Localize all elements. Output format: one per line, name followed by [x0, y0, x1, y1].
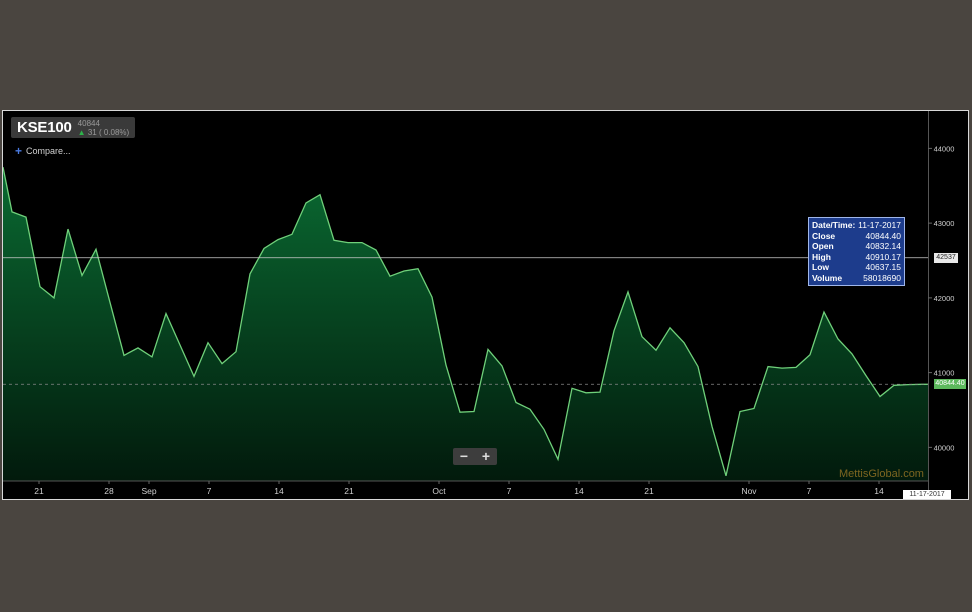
tooltip-row: High 40910.17 [812, 252, 901, 263]
tooltip-label: Low [812, 262, 829, 272]
y-tick-label: 42000 [934, 294, 955, 303]
tooltip-value: 40637.15 [865, 262, 901, 272]
current-date-label: 11-17-2017 [903, 490, 951, 499]
ticker-name: KSE100 [17, 119, 72, 136]
plus-icon: + [15, 144, 23, 158]
tooltip-label: Close [812, 230, 836, 241]
tooltip-row: Low 40637.15 [812, 262, 901, 273]
watermark-logo: MettisGlobal.com [839, 468, 924, 480]
zoom-out-button[interactable]: − [453, 448, 475, 465]
tooltip-row: Close 40844.40 [812, 231, 901, 242]
x-tick-label: 21 [344, 486, 354, 496]
y-tick-label: 43000 [934, 219, 955, 228]
ticker-change: ▲ 31 ( 0.08%) [78, 128, 130, 137]
ticker-change-text: 31 ( 0.08%) [87, 127, 130, 137]
tooltip-row: Date/Time: 11-17-2017 [812, 220, 901, 231]
y-tick-label: 44000 [934, 144, 955, 153]
x-tick-label: 21 [644, 486, 654, 496]
x-tick-label: 21 [34, 486, 44, 496]
series-area [3, 167, 928, 481]
crosshair-price-label: 42537 [934, 252, 958, 263]
tooltip-row: Open 40832.14 [812, 241, 901, 252]
x-tick-label: 14 [874, 486, 884, 496]
chart-frame: 21 28 Sep 7 14 21 Oct 7 14 21 Nov 7 14 40000 41000 4200… [2, 110, 969, 500]
x-tick-label: Oct [432, 486, 446, 496]
arrow-up-icon: ▲ [77, 127, 86, 137]
y-tick-label: 40000 [934, 443, 955, 452]
y-tick-label: 41000 [934, 369, 955, 378]
x-tick-label: 7 [807, 486, 812, 496]
zoom-controls: − + [453, 448, 497, 465]
x-tick-label: 14 [574, 486, 584, 496]
tooltip-value: 40832.14 [865, 241, 901, 251]
x-tick-label: 14 [274, 486, 284, 496]
compare-label: Compare... [26, 146, 71, 156]
tooltip-label: Open [812, 241, 834, 251]
zoom-in-button[interactable]: + [475, 448, 497, 465]
tooltip-value: 40910.17 [865, 251, 901, 262]
tooltip-label: Volume [812, 272, 843, 283]
tooltip-value: 11-17-2017 [858, 220, 901, 230]
tooltip-label: Date/Time: [812, 220, 856, 230]
tooltip-label: High [812, 251, 831, 262]
ticker-badge: KSE100 40844 ▲ 31 ( 0.08%) [11, 117, 136, 138]
x-tick-label: 7 [507, 486, 512, 496]
tooltip-value: 40844.40 [865, 230, 901, 241]
data-tooltip: Date/Time: 11-17-2017 Close 40844.40 Open 408… [808, 217, 905, 286]
tooltip-value: 58018690 [863, 272, 901, 283]
compare-button[interactable]: + Compare... [15, 144, 71, 158]
ticker-last-value: 40844 [77, 118, 100, 128]
x-tick-label: Sep [141, 486, 156, 496]
last-price-label: 40844.40 [934, 379, 966, 390]
x-tick-label: 28 [104, 486, 114, 496]
x-tick-label: Nov [741, 486, 757, 496]
x-tick-label: 7 [207, 486, 212, 496]
tooltip-row: Volume 58018690 [812, 273, 901, 284]
price-chart: 21 28 Sep 7 14 21 Oct 7 14 21 Nov 7 14 40000 41000 4200… [3, 111, 955, 499]
